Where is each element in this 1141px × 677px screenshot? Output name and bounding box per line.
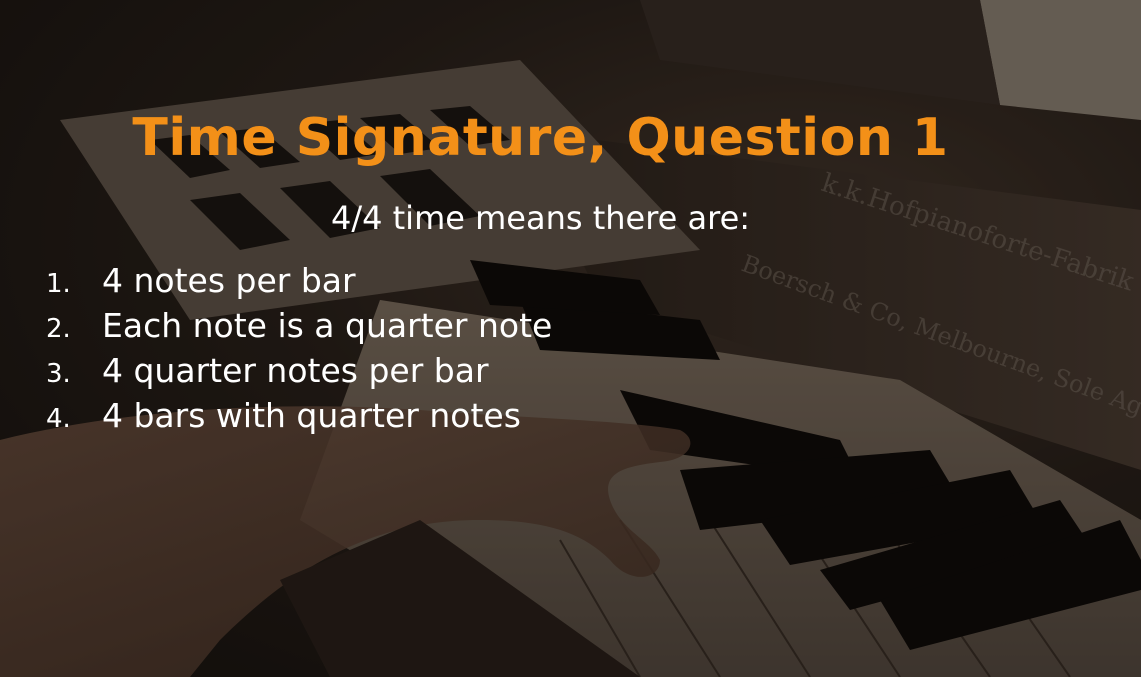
answer-options-list: 1. 4 notes per bar 2. Each note is a qua… bbox=[40, 258, 740, 438]
option-number: 3. bbox=[46, 359, 71, 389]
slide-title: Time Signature, Question 1 bbox=[132, 108, 949, 168]
option-text: Each note is a quarter note bbox=[102, 306, 553, 345]
question-prompt: 4/4 time means there are: bbox=[330, 199, 751, 237]
slide: k.k.Hofpianoforte-Fabrik Boersch & Co, M… bbox=[0, 0, 1141, 677]
option-text: 4 notes per bar bbox=[102, 261, 356, 300]
answer-option-1: 1. 4 notes per bar bbox=[40, 258, 740, 303]
option-number: 4. bbox=[46, 404, 71, 434]
option-number: 1. bbox=[46, 269, 71, 299]
answer-option-2: 2. Each note is a quarter note bbox=[40, 303, 740, 348]
answer-option-4: 4. 4 bars with quarter notes bbox=[40, 393, 740, 438]
option-number: 2. bbox=[46, 314, 71, 344]
option-text: 4 bars with quarter notes bbox=[102, 396, 521, 435]
option-text: 4 quarter notes per bar bbox=[102, 351, 489, 390]
answer-option-3: 3. 4 quarter notes per bar bbox=[40, 348, 740, 393]
